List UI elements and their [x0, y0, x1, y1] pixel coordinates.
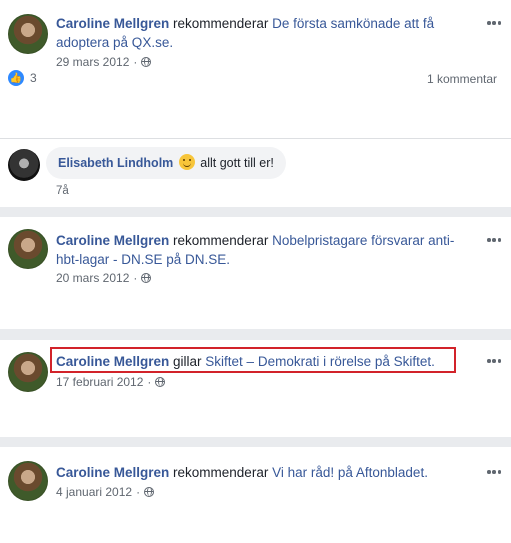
author-name-link[interactable]: Caroline Mellgren	[56, 233, 169, 248]
globe-icon[interactable]	[141, 57, 152, 67]
post-headline: Caroline Mellgren rekommenderar De först…	[56, 14, 471, 52]
comment-bubble: Elisabeth Lindholm allt gott till er!	[46, 147, 286, 179]
post-date[interactable]: 20 mars 2012	[56, 271, 129, 285]
globe-icon[interactable]	[141, 273, 152, 283]
post-card-1: Caroline Mellgren rekommenderar De först…	[0, 0, 511, 207]
post-meta: 20 mars 2012 ·	[56, 271, 152, 285]
globe-icon[interactable]	[155, 377, 166, 387]
thumbs-up-icon: 👍	[8, 70, 24, 86]
author-name-link[interactable]: Caroline Mellgren	[56, 465, 169, 480]
comment-text: allt gott till er!	[196, 156, 274, 170]
commenter-name-link[interactable]: Elisabeth Lindholm	[58, 156, 173, 170]
comment-age[interactable]: 7å	[56, 185, 69, 197]
post-date[interactable]: 4 januari 2012	[56, 485, 132, 499]
post-headline: Caroline Mellgren rekommenderar Vi har r…	[56, 463, 471, 482]
more-options-icon[interactable]	[487, 465, 501, 479]
commenter-avatar[interactable]	[8, 149, 40, 181]
post-meta: 17 februari 2012 ·	[56, 375, 166, 389]
comment-count-link[interactable]: 1 kommentar	[427, 72, 497, 86]
post-action: rekommenderar	[169, 465, 273, 480]
like-count: 3	[30, 71, 37, 85]
post-headline: Caroline Mellgren rekommenderar Nobelpri…	[56, 231, 473, 269]
more-options-icon[interactable]	[487, 354, 501, 368]
post-meta: 4 januari 2012 ·	[56, 485, 155, 499]
reactions-summary[interactable]: 👍 3	[8, 70, 37, 86]
post-card-4: Caroline Mellgren rekommenderar Vi har r…	[0, 447, 511, 543]
author-name-link[interactable]: Caroline Mellgren	[56, 16, 169, 31]
highlight-box	[50, 347, 456, 373]
author-avatar[interactable]	[8, 229, 48, 269]
post-card-2: Caroline Mellgren rekommenderar Nobelpri…	[0, 217, 511, 329]
smiley-icon	[178, 154, 195, 170]
post-date[interactable]: 29 mars 2012	[56, 55, 129, 69]
post-action: rekommenderar	[169, 16, 273, 31]
more-options-icon[interactable]	[487, 233, 501, 247]
author-avatar[interactable]	[8, 461, 48, 501]
post-date[interactable]: 17 februari 2012	[56, 375, 143, 389]
more-options-icon[interactable]	[487, 16, 501, 30]
post-link[interactable]: Vi har råd! på Aftonbladet.	[272, 465, 428, 480]
post-meta: 29 mars 2012 ·	[56, 55, 152, 69]
post-action: rekommenderar	[169, 233, 273, 248]
globe-icon[interactable]	[144, 487, 155, 497]
author-avatar[interactable]	[8, 14, 48, 54]
author-avatar[interactable]	[8, 352, 48, 392]
divider	[0, 138, 511, 139]
